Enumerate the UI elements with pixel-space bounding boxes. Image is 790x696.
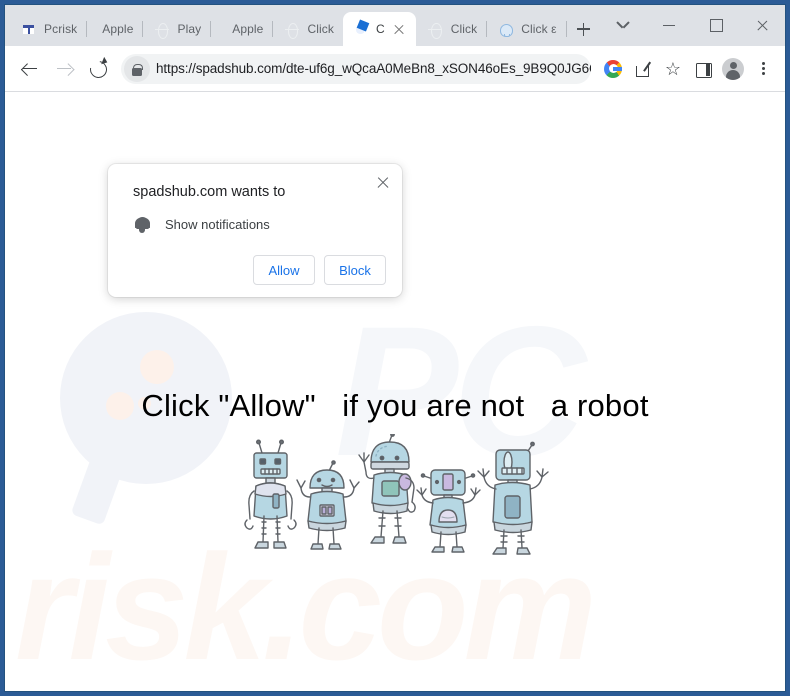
watermark-dot: [140, 350, 174, 384]
robots-illustration: [240, 432, 550, 564]
tab-title: Play: [177, 22, 202, 36]
secure-lock-icon[interactable]: [124, 55, 150, 82]
tab-title: C: [375, 22, 385, 36]
globe-icon: [154, 21, 170, 37]
notification-permission-dialog: spadshub.com wants to Show notifications…: [108, 164, 402, 297]
tab-title: Click: [450, 22, 478, 36]
bell-icon: [133, 215, 151, 233]
chrome-loading-icon: [353, 21, 369, 37]
dialog-title: spadshub.com wants to: [133, 184, 286, 200]
tab-apple-2[interactable]: Apple: [210, 12, 274, 46]
tab-title: Pcrisk: [44, 22, 78, 36]
page-headline: Click "Allow" if you are not a robot: [141, 388, 649, 423]
tab-active-spadshub[interactable]: C: [342, 12, 416, 46]
google-icon[interactable]: [599, 55, 627, 83]
bell-icon: [498, 21, 514, 37]
profile-avatar-icon[interactable]: [719, 55, 747, 83]
window-controls: [601, 5, 785, 46]
tab-close-icon[interactable]: [391, 21, 407, 37]
browser-window: Pcrisk Apple Play Apple Click C Click Cl…: [4, 4, 786, 692]
allow-button[interactable]: Allow: [253, 255, 315, 285]
tab-click-1[interactable]: Click: [272, 12, 343, 46]
dialog-actions: Allow Block: [124, 255, 386, 285]
minimize-icon[interactable]: [647, 5, 693, 46]
tab-search-icon[interactable]: [601, 5, 647, 46]
page-viewport: PC risk.com Click "Allow" if you are not…: [5, 92, 785, 690]
browser-toolbar: https://spadshub.com/dte-uf6g_wQcaA0MeBn…: [5, 46, 785, 92]
globe-icon: [284, 21, 300, 37]
tab-click-2[interactable]: Click: [416, 12, 488, 46]
close-window-icon[interactable]: [739, 5, 785, 46]
tab-pcrisk[interactable]: Pcrisk: [11, 12, 88, 46]
url-text: https://spadshub.com/dte-uf6g_wQcaA0MeBn…: [156, 61, 591, 76]
menu-kebab-icon[interactable]: [749, 55, 777, 83]
close-icon[interactable]: [374, 174, 392, 192]
tab-play[interactable]: Play: [142, 12, 212, 46]
new-tab-button[interactable]: [570, 15, 598, 43]
pcrisk-icon: [21, 21, 37, 37]
block-button[interactable]: Block: [324, 255, 386, 285]
tab-title: Click ε: [521, 22, 557, 36]
tab-title: Click: [307, 22, 334, 36]
permission-label: Show notifications: [165, 216, 270, 232]
tab-title: Apple: [102, 22, 134, 36]
side-panel-icon[interactable]: [689, 55, 717, 83]
tab-title: Apple: [232, 22, 264, 36]
forward-icon[interactable]: [49, 54, 79, 84]
globe-icon: [428, 21, 444, 37]
tab-separator: [565, 21, 567, 37]
reload-icon[interactable]: [83, 54, 113, 84]
permission-row: Show notifications: [124, 215, 386, 233]
back-icon[interactable]: [15, 54, 45, 84]
maximize-icon[interactable]: [693, 5, 739, 46]
tab-click-3[interactable]: Click ε: [486, 12, 567, 46]
tab-strip: Pcrisk Apple Play Apple Click C Click Cl…: [5, 5, 785, 46]
bookmark-star-icon[interactable]: ☆: [659, 55, 687, 83]
share-icon[interactable]: [629, 55, 657, 83]
tab-apple-1[interactable]: Apple: [86, 12, 144, 46]
address-bar[interactable]: https://spadshub.com/dte-uf6g_wQcaA0MeBn…: [121, 53, 591, 84]
